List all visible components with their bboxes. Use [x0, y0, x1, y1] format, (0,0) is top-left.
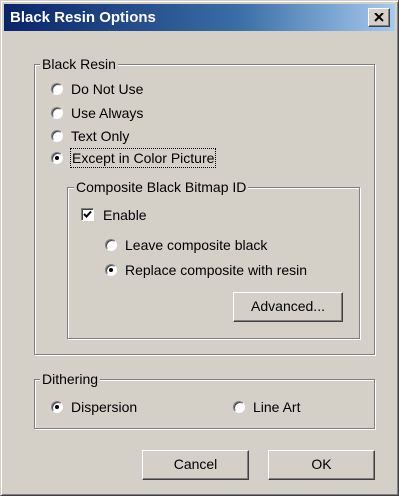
cancel-button[interactable]: Cancel	[142, 450, 249, 480]
enable-checkbox-label: Enable	[103, 207, 147, 223]
close-icon	[374, 13, 384, 22]
radio-use-always-label: Use Always	[71, 105, 144, 121]
radio-line-art-label: Line Art	[253, 399, 301, 415]
close-button[interactable]	[368, 8, 390, 27]
radio-use-always-button[interactable]	[51, 107, 63, 119]
title-bar[interactable]: Black Resin Options	[4, 4, 395, 31]
radio-text-only-button[interactable]	[51, 130, 63, 142]
radio-replace-composite-with-resin-button[interactable]	[105, 264, 117, 276]
enable-checkbox-box[interactable]	[81, 208, 94, 221]
dithering-legend: Dithering	[40, 370, 101, 388]
radio-dispersion-label: Dispersion	[71, 399, 138, 415]
check-icon	[83, 210, 92, 218]
black-resin-options-dialog: Black Resin Options Black Resin Do Not U…	[0, 0, 399, 496]
radio-except-in-color-picture-label: Except in Color Picture	[69, 148, 217, 168]
radio-line-art-button[interactable]	[233, 401, 245, 413]
radio-except-in-color-picture-button[interactable]	[51, 152, 63, 164]
radio-leave-composite-black-button[interactable]	[105, 239, 117, 251]
radio-leave-composite-black-label: Leave composite black	[125, 237, 268, 253]
radio-text-only-label: Text Only	[71, 128, 130, 144]
radio-do-not-use-button[interactable]	[51, 83, 63, 95]
ok-button[interactable]: OK	[268, 450, 375, 480]
advanced-button[interactable]: Advanced...	[233, 292, 343, 322]
radio-do-not-use-label: Do Not Use	[71, 81, 144, 97]
window-title: Black Resin Options	[10, 9, 156, 26]
radio-dispersion-button[interactable]	[51, 401, 63, 413]
radio-replace-composite-with-resin-label: Replace composite with resin	[125, 262, 308, 278]
black-resin-legend: Black Resin	[40, 55, 118, 73]
composite-black-bitmap-legend: Composite Black Bitmap ID	[74, 178, 249, 196]
